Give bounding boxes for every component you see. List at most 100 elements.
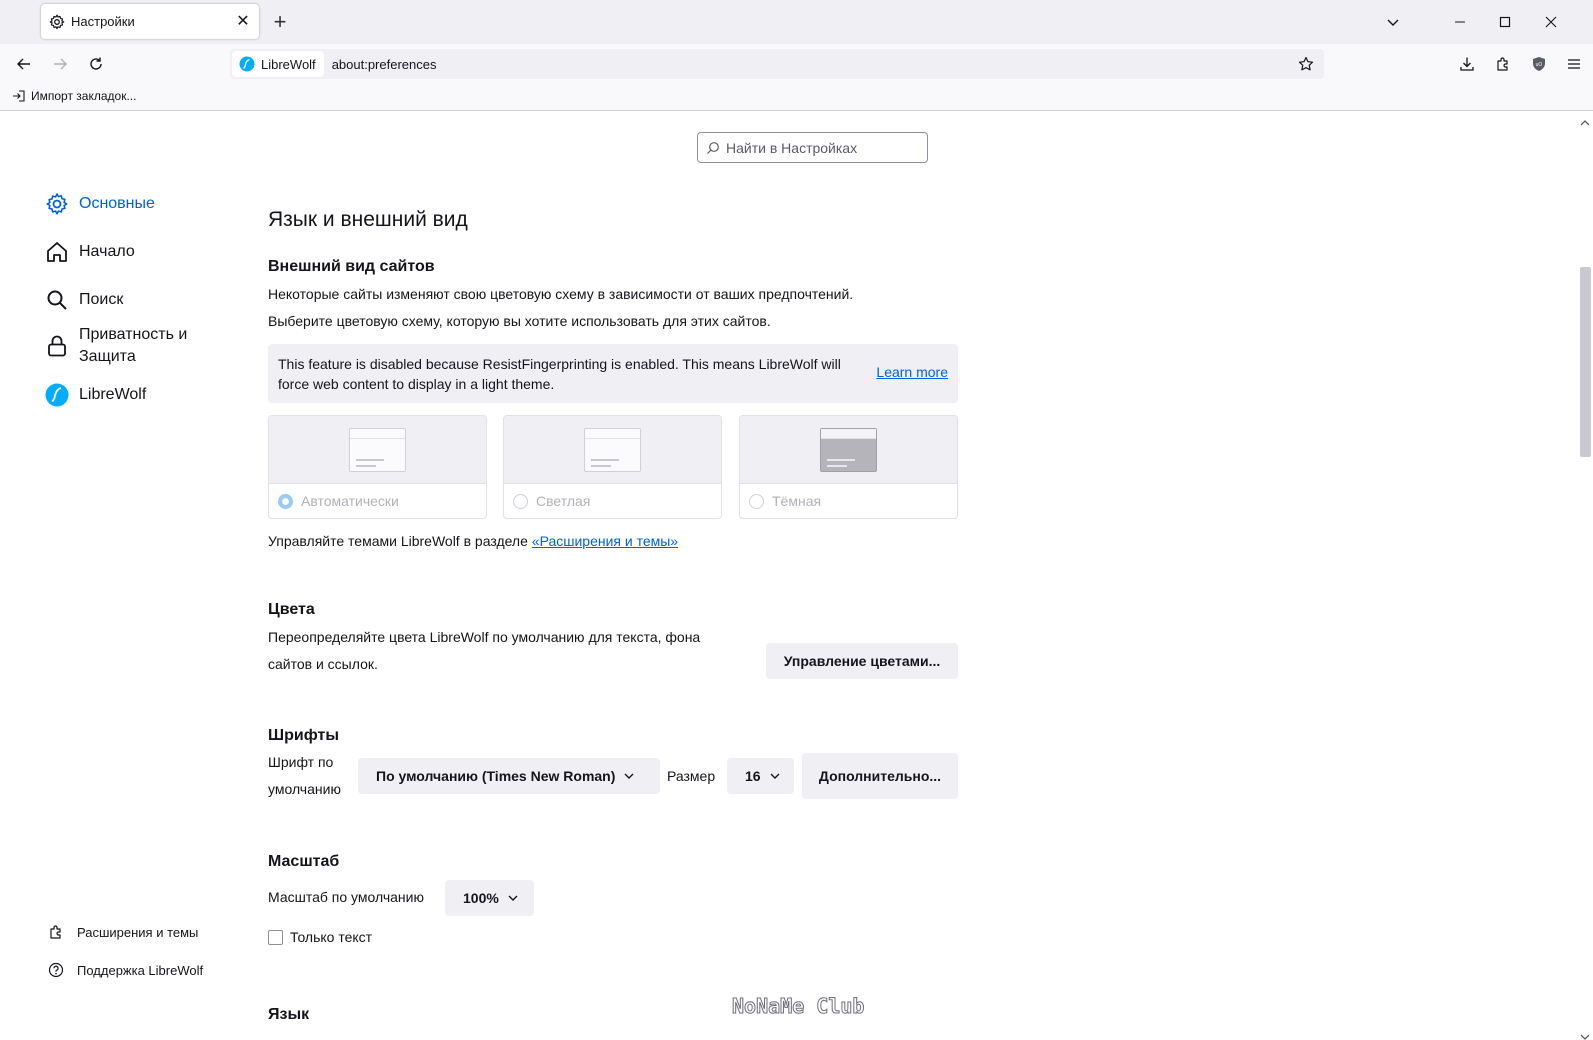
default-font-label: Шрифт по умолчанию (268, 749, 341, 803)
site-identity[interactable]: LibreWolf (232, 51, 324, 77)
tab-strip: Настройки ✕ + (0, 0, 1593, 44)
colors-desc-2: сайтов и ссылок. (268, 656, 378, 672)
default-font-value: По умолчанию (Times New Roman) (376, 768, 616, 784)
window-close-icon[interactable] (1541, 12, 1561, 32)
appearance-desc-1: Некоторые сайты изменяют свою цветовую с… (268, 286, 854, 302)
support-link-label: Поддержка LibreWolf (77, 962, 204, 978)
sidebar-item-home[interactable]: Начало (45, 240, 135, 264)
import-icon (12, 89, 26, 103)
text-only-zoom-checkbox[interactable]: Только текст (268, 929, 372, 945)
url-text[interactable]: about:preferences (332, 57, 1296, 72)
bookmarks-toolbar: Импорт закладок... (0, 84, 1593, 111)
scroll-up-icon[interactable] (1580, 114, 1590, 126)
tab-settings[interactable]: Настройки ✕ (41, 4, 259, 39)
watermark-text: NoNaMe Club (731, 994, 865, 1019)
zoom-heading: Масштаб (268, 853, 340, 870)
download-icon[interactable] (1457, 54, 1477, 74)
scrollbar[interactable] (1577, 112, 1593, 1040)
font-size-label: Размер (667, 768, 716, 784)
extensions-themes-link[interactable]: «Расширения и темы» (532, 533, 678, 549)
preferences-content: Основные Начало Поиск Приватность и Защи… (0, 112, 1577, 1040)
sidebar-item-label: Начало (79, 243, 135, 260)
default-zoom-label: Масштаб по умолчанию (268, 889, 424, 905)
nav-bar: LibreWolf about:preferences uO (0, 44, 1593, 84)
ublock-shield-icon[interactable]: uO (1529, 54, 1549, 74)
gear-icon (45, 192, 69, 216)
extensions-icon[interactable] (1493, 54, 1513, 74)
minimize-icon[interactable] (1450, 12, 1470, 32)
sidebar-support-link[interactable]: Поддержка LibreWolf (48, 962, 203, 978)
identity-label: LibreWolf (261, 56, 316, 72)
sidebar-item-search[interactable]: Поиск (45, 288, 123, 312)
manage-themes-text: Управляйте темами LibreWolf в разделе «Р… (268, 528, 678, 554)
appearance-heading: Внешний вид сайтов (268, 258, 435, 275)
advanced-fonts-button[interactable]: Дополнительно... (802, 753, 958, 799)
scheme-radio[interactable] (749, 493, 764, 509)
extensions-icon (48, 924, 64, 940)
star-icon[interactable] (1296, 54, 1316, 74)
sidebar-item-label: Основные (79, 195, 155, 212)
chevron-down-icon (623, 770, 635, 782)
colors-heading: Цвета (268, 601, 315, 618)
notice-text: This feature is disabled because ResistF… (278, 356, 841, 392)
chevron-down-icon (507, 892, 519, 904)
chevron-down-icon[interactable] (1385, 14, 1403, 30)
scheme-radio[interactable] (278, 493, 293, 509)
sidebar-extensions-link[interactable]: Расширения и темы (48, 924, 198, 940)
home-icon (45, 240, 69, 264)
extensions-link-label: Расширения и темы (77, 924, 199, 940)
scheme-light[interactable]: Светлая (503, 415, 722, 519)
scheme-preview (504, 416, 721, 484)
scheme-preview (269, 416, 486, 484)
language-heading: Язык (268, 1006, 310, 1023)
help-icon (48, 962, 64, 978)
section-title: Язык и внешний вид (268, 208, 468, 231)
manage-colors-button[interactable]: Управление цветами... (766, 643, 958, 679)
svg-text:uO: uO (1536, 62, 1543, 68)
sidebar-item-label: Защита (79, 348, 136, 365)
tab-title: Настройки (71, 14, 135, 29)
font-size-value: 16 (745, 768, 761, 784)
import-bookmarks-label: Импорт закладок... (31, 89, 137, 103)
scheme-label: Автоматически (301, 493, 399, 509)
sidebar-item-label: Поиск (79, 291, 124, 308)
font-size-select[interactable]: 16 (727, 758, 794, 794)
checkbox-box[interactable] (268, 929, 283, 945)
maximize-icon[interactable] (1495, 12, 1515, 32)
reload-icon[interactable] (86, 54, 106, 74)
scheme-radio[interactable] (513, 493, 528, 509)
librewolf-icon (239, 56, 255, 72)
chevron-down-icon (769, 770, 781, 782)
default-font-label-2: умолчанию (268, 781, 341, 797)
scheme-label: Тёмная (772, 493, 822, 509)
learn-more-link[interactable]: Learn more (876, 364, 948, 380)
text-only-label: Только текст (290, 929, 373, 945)
sidebar-item-general[interactable]: Основные (45, 192, 155, 216)
scheme-auto[interactable]: Автоматически (268, 415, 487, 519)
url-bar[interactable]: LibreWolf about:preferences (230, 49, 1324, 79)
colors-desc-1: Переопределяйте цвета LibreWolf по умолч… (268, 629, 701, 645)
rfp-notice: This feature is disabled because ResistF… (268, 344, 958, 403)
main-pane: Язык и внешний вид Внешний вид сайтов Не… (268, 112, 958, 1040)
sidebar-item-privacy[interactable]: Приватность и Защита (45, 324, 187, 368)
scheme-dark[interactable]: Тёмная (739, 415, 958, 519)
lock-icon (45, 334, 69, 358)
forward-icon[interactable] (50, 54, 70, 74)
scheme-label: Светлая (536, 493, 591, 509)
sidebar-item-label: Приватность и (79, 326, 188, 343)
back-icon[interactable] (14, 54, 34, 74)
scroll-down-icon[interactable] (1580, 1028, 1590, 1040)
new-tab-button[interactable]: + (270, 11, 290, 33)
manage-themes-prefix: Управляйте темами LibreWolf в разделе (268, 533, 532, 549)
default-zoom-select[interactable]: 100% (445, 880, 534, 916)
sidebar-item-librewolf[interactable]: LibreWolf (45, 383, 146, 407)
import-bookmarks-button[interactable]: Импорт закладок... (12, 89, 136, 103)
menu-icon[interactable] (1564, 54, 1584, 74)
librewolf-icon (45, 383, 69, 407)
scroll-thumb[interactable] (1580, 267, 1591, 457)
default-zoom-value: 100% (463, 890, 499, 906)
default-font-select[interactable]: По умолчанию (Times New Roman) (358, 758, 660, 794)
close-tab-icon[interactable]: ✕ (235, 13, 251, 30)
gear-icon (49, 14, 65, 30)
fonts-heading: Шрифты (268, 727, 339, 744)
